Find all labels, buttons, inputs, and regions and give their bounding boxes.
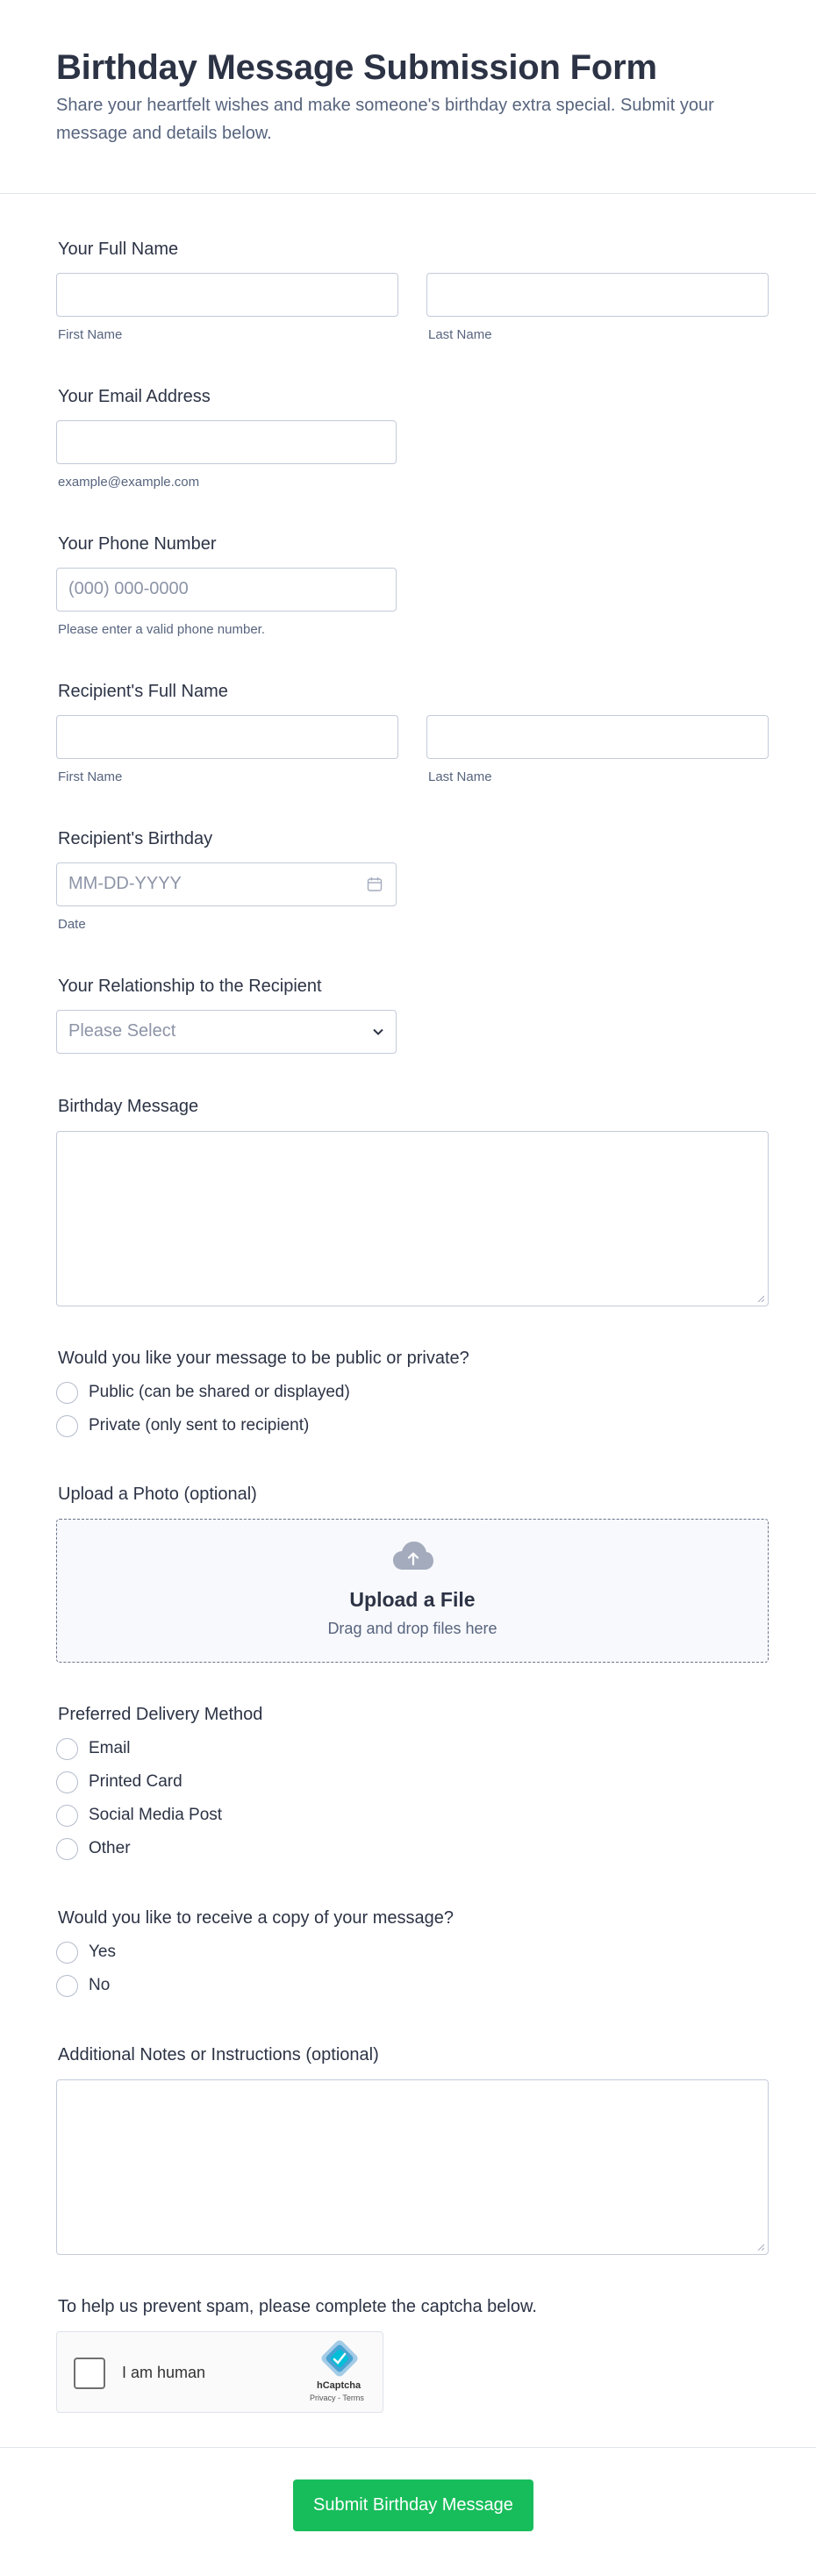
- full-name-field: Your Full Name First Name Last Name: [56, 238, 769, 342]
- captcha-brand: hCaptcha: [317, 2380, 361, 2391]
- birthday-sublabel: Date: [58, 917, 86, 932]
- email-field: Your Email Address example@example.com: [56, 385, 769, 490]
- notes-label: Additional Notes or Instructions (option…: [58, 2045, 379, 2064]
- chevron-down-icon: [371, 1025, 385, 1043]
- captcha-widget: I am human hCaptcha Privacy - Terms: [56, 2331, 383, 2413]
- copy-label: Would you like to receive a copy of your…: [58, 1908, 454, 1928]
- phone-input[interactable]: (000) 000-0000: [56, 568, 397, 612]
- message-field: Birthday Message: [56, 1095, 769, 1314]
- birthday-label: Recipient's Birthday: [58, 829, 213, 848]
- radio-button[interactable]: [56, 1837, 78, 1860]
- radio-label: Yes: [89, 1943, 116, 1961]
- form-footer: Submit Birthday Message: [0, 2447, 816, 2576]
- photo-label: Upload a Photo (optional): [58, 1485, 257, 1504]
- resize-grip-icon[interactable]: [757, 2243, 764, 2250]
- recipient-last-sublabel: Last Name: [428, 769, 492, 784]
- last-name-sublabel: Last Name: [428, 327, 492, 342]
- birthday-input[interactable]: MM-DD-YYYY: [56, 862, 397, 906]
- birthday-placeholder: MM-DD-YYYY: [68, 874, 182, 893]
- radio-button[interactable]: [56, 1974, 78, 1997]
- relationship-placeholder: Please Select: [68, 1021, 176, 1041]
- delivery-option-social-media[interactable]: Social Media Post: [56, 1803, 222, 1828]
- phone-placeholder: (000) 000-0000: [68, 579, 189, 598]
- radio-button[interactable]: [56, 1381, 78, 1404]
- captcha-checkbox[interactable]: [74, 2358, 105, 2389]
- relationship-label: Your Relationship to the Recipient: [58, 977, 322, 996]
- hcaptcha-logo-icon: [321, 2340, 358, 2381]
- relationship-select[interactable]: Please Select: [56, 1010, 397, 1054]
- delivery-option-other[interactable]: Other: [56, 1836, 131, 1861]
- copy-field: Would you like to receive a copy of your…: [56, 1907, 769, 2003]
- email-sublabel: example@example.com: [58, 475, 200, 490]
- delivery-label: Preferred Delivery Method: [58, 1705, 263, 1724]
- radio-button[interactable]: [56, 1771, 78, 1793]
- last-name-input[interactable]: [426, 273, 769, 317]
- radio-button[interactable]: [56, 1941, 78, 1964]
- resize-grip-icon[interactable]: [757, 1295, 764, 1302]
- upload-title: Upload a File: [349, 1588, 476, 1611]
- phone-label: Your Phone Number: [58, 534, 217, 554]
- birthday-field: Recipient's Birthday MM-DD-YYYY Date: [56, 827, 769, 932]
- cloud-upload-icon: [392, 1541, 434, 1577]
- radio-label: Printed Card: [89, 1772, 183, 1791]
- captcha-links[interactable]: Privacy - Terms: [310, 2394, 364, 2402]
- message-label: Birthday Message: [58, 1097, 199, 1116]
- copy-option-yes[interactable]: Yes: [56, 1940, 116, 1964]
- visibility-label: Would you like your message to be public…: [58, 1349, 469, 1368]
- visibility-field: Would you like your message to be public…: [56, 1347, 769, 1443]
- recipient-name-field: Recipient's Full Name First Name Last Na…: [56, 680, 769, 784]
- recipient-name-label: Recipient's Full Name: [58, 682, 228, 701]
- recipient-last-name-input[interactable]: [426, 715, 769, 759]
- radio-label: Social Media Post: [89, 1806, 223, 1824]
- radio-label: No: [89, 1976, 111, 1994]
- recipient-first-name-input[interactable]: [56, 715, 398, 759]
- radio-button[interactable]: [56, 1414, 78, 1437]
- full-name-label: Your Full Name: [58, 240, 179, 259]
- copy-option-no[interactable]: No: [56, 1973, 110, 1998]
- visibility-option-public[interactable]: Public (can be shared or displayed): [56, 1380, 350, 1405]
- radio-label: Public (can be shared or displayed): [89, 1383, 350, 1401]
- delivery-option-email[interactable]: Email: [56, 1736, 131, 1761]
- first-name-sublabel: First Name: [58, 327, 123, 342]
- radio-label: Private (only sent to recipient): [89, 1416, 310, 1435]
- radio-label: Email: [89, 1739, 131, 1757]
- page-title: Birthday Message Submission Form: [56, 48, 657, 87]
- photo-field: Upload a Photo (optional) Upload a File …: [56, 1483, 769, 1667]
- submit-button[interactable]: Submit Birthday Message: [293, 2479, 533, 2531]
- page-subtitle: Share your heartfelt wishes and make som…: [56, 96, 714, 143]
- form-body: Your Full Name First Name Last Name Your…: [0, 194, 816, 2445]
- phone-sublabel: Please enter a valid phone number.: [58, 622, 265, 637]
- message-textarea[interactable]: [56, 1131, 769, 1306]
- notes-textarea[interactable]: [56, 2079, 769, 2255]
- captcha-label: To help us prevent spam, please complete…: [58, 2297, 537, 2316]
- calendar-icon[interactable]: [366, 876, 383, 898]
- upload-subtitle: Drag and drop files here: [327, 1620, 497, 1637]
- captcha-field: To help us prevent spam, please complete…: [56, 2295, 769, 2418]
- upload-dropzone[interactable]: Upload a File Drag and drop files here: [56, 1519, 769, 1663]
- first-name-input[interactable]: [56, 273, 398, 317]
- radio-button[interactable]: [56, 1804, 78, 1827]
- form-header: Birthday Message Submission Form Share y…: [0, 0, 816, 194]
- notes-field: Additional Notes or Instructions (option…: [56, 2043, 769, 2263]
- captcha-text: I am human: [122, 2364, 206, 2381]
- radio-button[interactable]: [56, 1737, 78, 1760]
- visibility-option-private[interactable]: Private (only sent to recipient): [56, 1413, 309, 1438]
- delivery-option-printed-card[interactable]: Printed Card: [56, 1770, 183, 1794]
- email-input[interactable]: [56, 420, 397, 464]
- delivery-field: Preferred Delivery Method Email Printed …: [56, 1703, 769, 1870]
- recipient-first-sublabel: First Name: [58, 769, 123, 784]
- email-label: Your Email Address: [58, 387, 211, 406]
- radio-label: Other: [89, 1839, 131, 1857]
- relationship-field: Your Relationship to the Recipient Pleas…: [56, 975, 769, 1055]
- phone-field: Your Phone Number (000) 000-0000 Please …: [56, 533, 769, 637]
